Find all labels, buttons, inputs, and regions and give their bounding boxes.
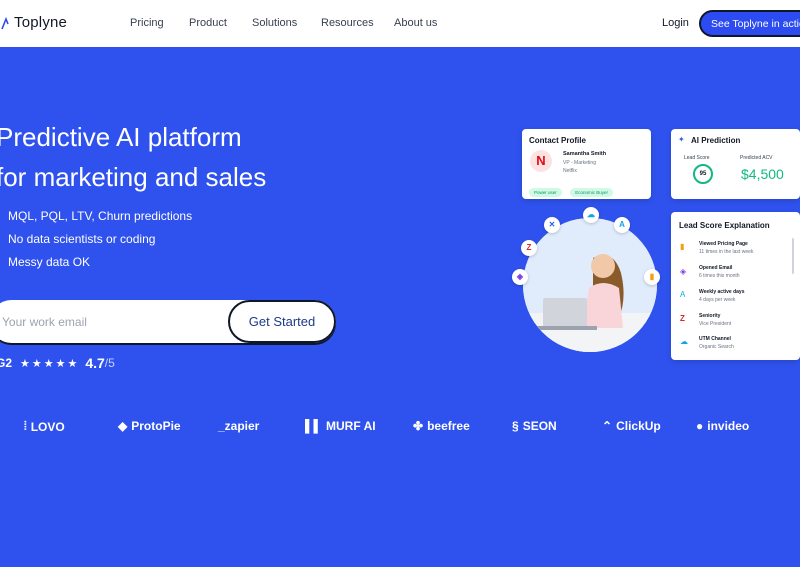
- g2-rating: G2 ★★★★★ 4.7 /5: [0, 355, 115, 371]
- explanation-item-title: Opened Email: [699, 265, 733, 271]
- logo-murf: ▌▌ MURF AI: [305, 419, 376, 433]
- logo-seon: § SEON: [512, 419, 557, 433]
- logo-protopie-label: ProtoPie: [131, 419, 181, 433]
- logo-seon-label: SEON: [522, 419, 557, 433]
- see-toplyne-button[interactable]: See Toplyne in action: [699, 10, 800, 37]
- invideo-icon: ●: [696, 419, 704, 433]
- hero-section: Predictive AI platform for marketing and…: [0, 47, 800, 567]
- explanation-item-sub: 11 times in the last week: [699, 249, 754, 255]
- g2-badge: G2: [0, 356, 13, 370]
- hero-headline: Predictive AI platform for marketing and…: [0, 117, 266, 197]
- feature-item: Messy data OK: [8, 255, 91, 269]
- contact-profile-card: Contact Profile N Samantha Smith VP - Ma…: [522, 129, 651, 199]
- sparkle-icon: ✦: [678, 135, 685, 144]
- salesforce-icon: ☁: [583, 207, 599, 223]
- logo-lovo: ⦙ LOVO: [24, 419, 65, 434]
- persona-illustration: [523, 218, 657, 352]
- page-bottom-strip: [0, 567, 800, 576]
- ai-prediction-title: AI Prediction: [691, 136, 741, 145]
- netflix-icon: N: [530, 150, 552, 172]
- lead-score-explanation-card: Lead Score Explanation ▮ Viewed Pricing …: [671, 212, 800, 360]
- logo-beefree: ✤ beefree: [413, 419, 470, 433]
- zoominfo-icon: Z: [680, 314, 685, 323]
- logo-beefree-label: beefree: [427, 419, 470, 433]
- ai-prediction-card: ✦ AI Prediction Lead Score 95 Predicted …: [671, 129, 800, 199]
- login-link[interactable]: Login: [662, 17, 689, 29]
- explanation-item-sub: 6 times this month: [699, 273, 740, 279]
- logo-zapier: _zapier: [218, 419, 259, 433]
- customer-logos: ⦙ LOVO ◆ ProtoPie _zapier ▌▌ MURF AI ✤ beefr…: [0, 419, 800, 439]
- explanation-item-title: Weekly active days: [699, 289, 745, 295]
- top-nav: Toplyne Pricing Product Solutions Resour…: [0, 0, 800, 47]
- logo-zapier-label: _zapier: [218, 419, 260, 433]
- tag-power-user: Power user: [529, 188, 562, 197]
- explanation-item-title: Seniority: [699, 313, 721, 319]
- amplitude-icon: A: [680, 290, 686, 299]
- logo-clickup-label: ClickUp: [616, 419, 661, 433]
- brand-logo[interactable]: Toplyne: [0, 14, 67, 31]
- feature-list: MQL, PQL, LTV, Churn predictions No data…: [8, 209, 192, 278]
- email-form: Your work email Get Started: [0, 300, 336, 343]
- email-shield-icon: ◈: [680, 267, 687, 276]
- nav-solutions[interactable]: Solutions: [252, 17, 297, 29]
- protopie-icon: ◆: [118, 419, 128, 433]
- lovo-icon: ⦙: [24, 419, 27, 433]
- tag-economic-buyer: Economic Buyer: [570, 188, 613, 197]
- explanation-item-sub: Vice President: [699, 321, 732, 327]
- headline-line-1: Predictive AI platform: [0, 122, 242, 152]
- nav-pricing[interactable]: Pricing: [130, 17, 164, 29]
- explanation-item-sub: Organic Search: [699, 344, 734, 350]
- clickup-icon: ⌃: [602, 419, 613, 433]
- zoominfo-icon: Z: [521, 240, 537, 256]
- logo-murf-label: MURF AI: [326, 419, 376, 433]
- logo-lovo-label: LOVO: [30, 419, 65, 434]
- salesforce-icon: ☁: [680, 337, 688, 346]
- lead-score-label: Lead Score: [684, 155, 710, 161]
- explanation-item-title: UTM Channel: [699, 336, 731, 342]
- lead-score-value: 95: [693, 164, 713, 184]
- feature-item: No data scientists or coding: [8, 232, 156, 246]
- explanation-item-title: Viewed Pricing Page: [699, 241, 748, 247]
- toplyne-logo-icon: [1, 16, 9, 29]
- bar-chart-icon: ▮: [680, 242, 685, 251]
- predicted-acv-value: $4,500: [741, 166, 784, 182]
- logo-invideo-label: invideo: [707, 419, 750, 433]
- contact-name: Samantha Smith: [563, 151, 607, 157]
- contact-profile-title: Contact Profile: [529, 136, 586, 145]
- email-input[interactable]: Your work email: [2, 315, 87, 329]
- rating-value: 4.7: [85, 355, 105, 371]
- murf-icon: ▌▌: [305, 419, 323, 433]
- rating-max: /5: [104, 356, 115, 370]
- nav-product[interactable]: Product: [189, 17, 227, 29]
- headline-line-2: for marketing and sales: [0, 162, 267, 192]
- feature-item: MQL, PQL, LTV, Churn predictions: [8, 209, 193, 223]
- hubspot-icon: ✕: [544, 217, 560, 233]
- rating-stars: ★★★★★: [20, 357, 80, 370]
- beefree-icon: ✤: [413, 419, 424, 433]
- explanation-scrollbar[interactable]: [792, 238, 794, 274]
- predicted-acv-label: Predicted ACV: [740, 155, 773, 161]
- amplitude-icon: A: [614, 217, 630, 233]
- nav-about[interactable]: About us: [394, 17, 437, 29]
- nav-resources[interactable]: Resources: [321, 17, 374, 29]
- shield-icon: ◈: [512, 269, 528, 285]
- lead-score-explanation-title: Lead Score Explanation: [679, 221, 770, 230]
- explanation-item-sub: 4 days per week: [699, 297, 736, 303]
- bar-chart-icon: ▮: [644, 269, 660, 285]
- contact-company: Netflix: [563, 168, 577, 174]
- woman-at-laptop-illustration: [523, 218, 657, 352]
- contact-role: VP - Marketing: [563, 160, 596, 166]
- logo-protopie: ◆ ProtoPie: [118, 419, 181, 433]
- logo-invideo: ● invideo: [696, 419, 749, 433]
- logo-clickup: ⌃ ClickUp: [602, 419, 661, 433]
- seon-icon: §: [512, 419, 519, 433]
- get-started-button[interactable]: Get Started: [228, 300, 336, 343]
- brand-name: Toplyne: [14, 14, 68, 31]
